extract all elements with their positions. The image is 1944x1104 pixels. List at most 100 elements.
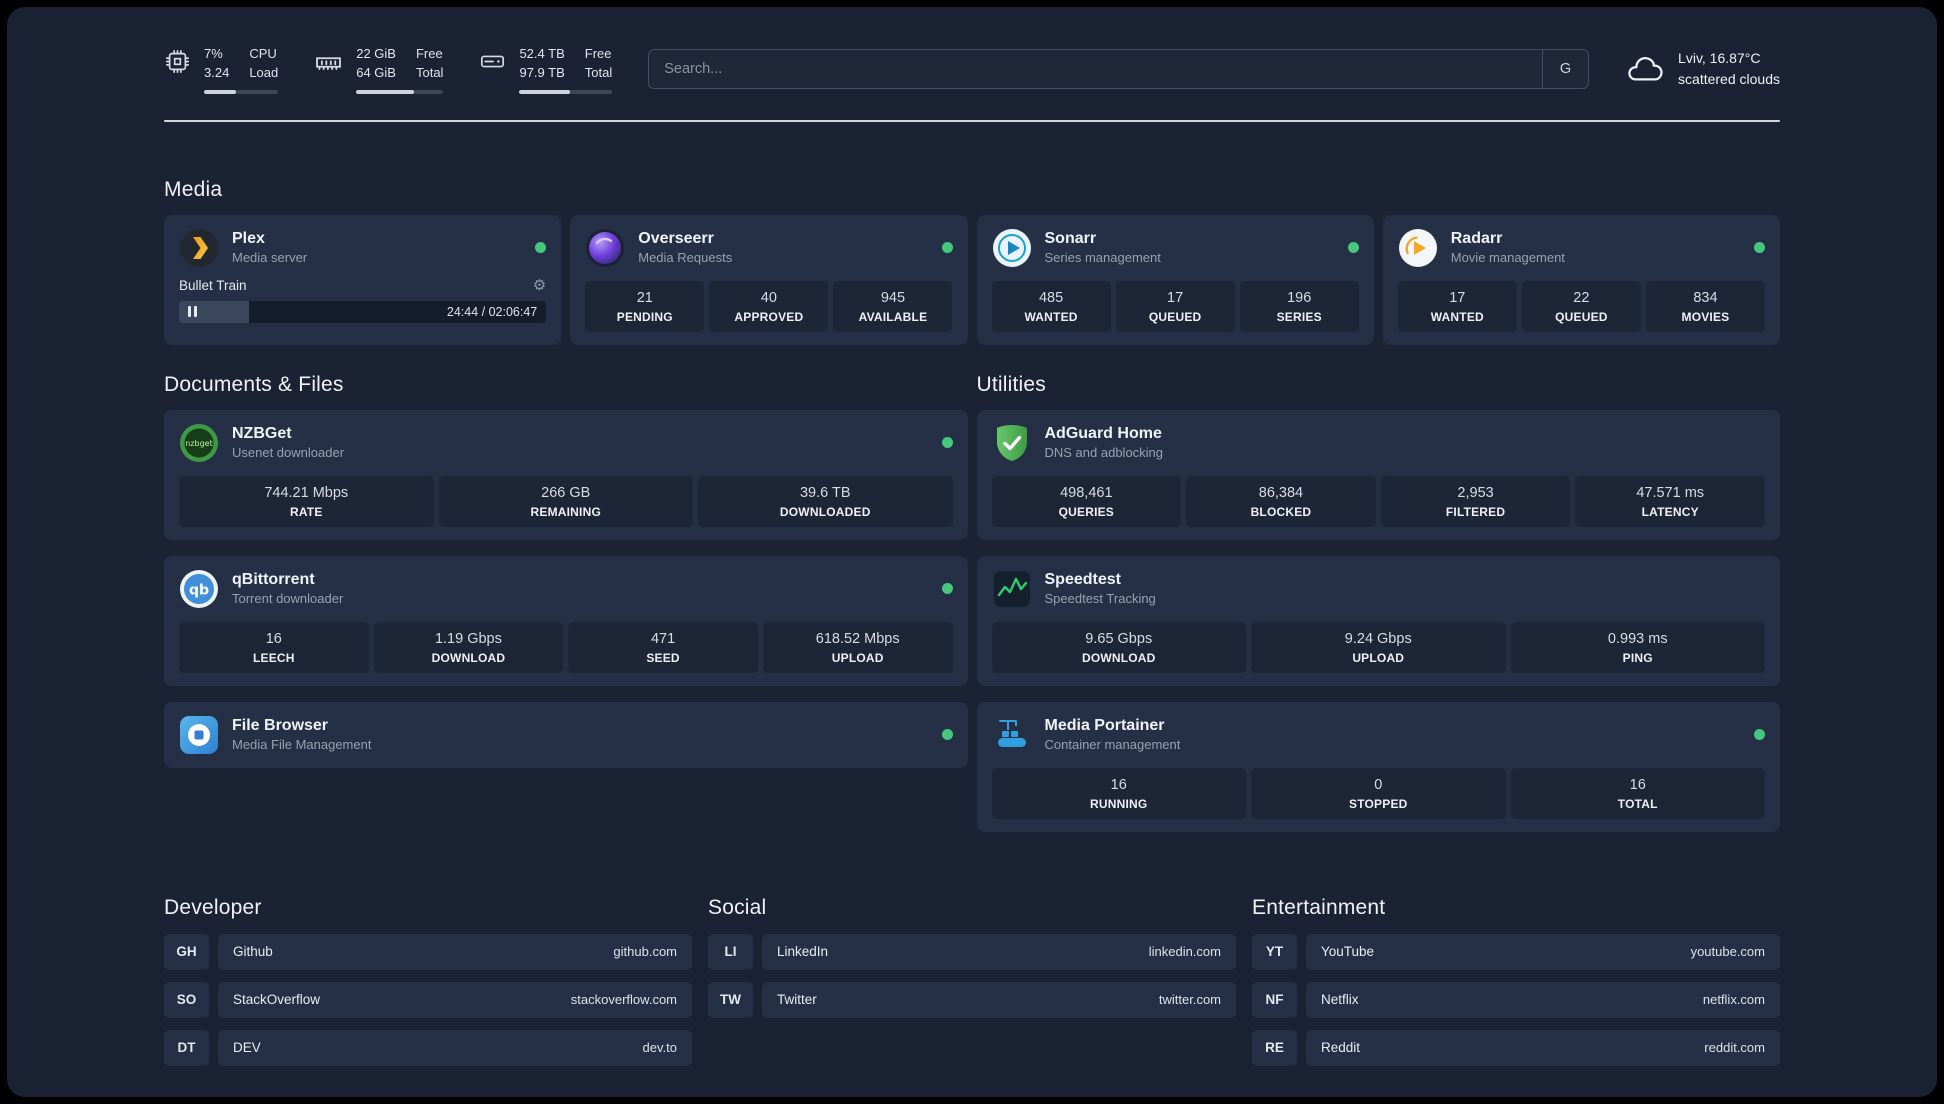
stat-box: 22 QUEUED [1521,280,1641,332]
disk-total-value: 97.9 TB [519,64,565,80]
status-dot [941,437,953,449]
plex-seek-bar[interactable]: 24:44 / 02:06:47 [179,300,547,323]
app-card-qbittorrent[interactable]: qb qBittorrent Torrent downloader 16 LEEC… [164,555,968,686]
bookmark-twitter[interactable]: TW Twitter twitter.com [708,981,1236,1018]
radarr-icon [1398,228,1438,268]
section-title-media: Media [164,177,223,201]
portainer-icon [992,715,1032,755]
overseerr-icon [585,228,625,268]
stat-box: 86,384 BLOCKED [1186,475,1376,527]
qbittorrent-icon: qb [179,569,219,609]
bookmark-linkedin[interactable]: LI LinkedIn linkedin.com [708,933,1236,970]
cpu-label-bottom: Load [249,64,279,80]
bookmark-url: reddit.com [1704,1040,1765,1056]
status-dot [1347,242,1359,254]
ram-label-top: Free [415,46,443,61]
bookmark-url: github.com [613,944,677,960]
app-card-adguard[interactable]: AdGuard Home DNS and adblocking 498,461 Q… [976,409,1780,540]
bookmark-abbr: YT [1252,933,1297,970]
gear-icon[interactable]: ⚙ [533,278,546,293]
documents-column: Documents & Files nzbget NZBGet Usenet d… [164,373,968,768]
search-engine-button[interactable]: G [1542,50,1588,89]
cpu-icon [164,45,191,75]
app-name: AdGuard Home [1044,425,1162,443]
app-desc: Torrent downloader [232,591,344,607]
stat-box: 16 RUNNING [991,767,1246,819]
section-title-social: Social [708,895,767,919]
app-desc: Media Requests [638,250,733,266]
bookmark-github[interactable]: GH Github github.com [164,933,692,970]
pause-icon[interactable] [188,306,197,318]
app-desc: Speedtest Tracking [1044,591,1156,607]
disk-label-bottom: Total [584,64,613,80]
app-desc: Series management [1044,250,1161,266]
bookmark-reddit[interactable]: RE Reddit reddit.com [1252,1029,1780,1066]
app-card-overseerr[interactable]: Overseerr Media Requests 21 PENDING 40 APP… [570,214,968,345]
app-name: Media Portainer [1044,717,1165,735]
bookmark-name: Github [233,944,273,960]
stat-box: 2,953 FILTERED [1380,475,1571,527]
bookmark-name: DEV [233,1040,261,1056]
bookmark-netflix[interactable]: NF Netflix netflix.com [1252,981,1780,1018]
weather-condition: scattered clouds [1678,71,1780,88]
search-input[interactable] [649,50,1543,89]
disk-icon [479,45,506,75]
bookmark-youtube[interactable]: YT YouTube youtube.com [1252,933,1780,970]
status-dot [941,729,953,741]
app-desc: Media File Management [232,737,372,753]
bookmark-name: LinkedIn [777,944,829,960]
stat-box: 945 AVAILABLE [833,280,953,332]
social-column: Social LI LinkedIn linkedin.com TW Twitt… [708,896,1236,1066]
app-desc: DNS and adblocking [1044,445,1164,461]
app-card-portainer[interactable]: Media Portainer Container management 16 R… [976,701,1780,832]
app-card-nzbget[interactable]: nzbget NZBGet Usenet downloader 744.21 M… [164,409,968,540]
filebrowser-icon [179,715,219,755]
stat-box: 16 LEECH [179,621,369,673]
bookmark-abbr: RE [1252,1029,1297,1066]
sonarr-icon [992,228,1032,268]
plex-icon [179,228,219,268]
disk-monitor: 52.4 TB 97.9 TB Free Total [479,45,613,94]
top-bar: 7% 3.24 CPU Load 22 GiB 64 GiB Free Tota… [164,45,1780,94]
cpu-percent: 7% [204,46,223,61]
app-card-radarr[interactable]: Radarr Movie management 17 WANTED 22 QUEUE… [1382,214,1780,345]
app-card-sonarr[interactable]: Sonarr Series management 485 WANTED 17 QUE… [976,214,1374,345]
bookmark-url: dev.to [642,1040,677,1056]
svg-text:nzbget: nzbget [185,439,212,448]
app-desc: Container management [1044,737,1181,753]
bookmark-abbr: NF [1252,981,1297,1018]
section-title-documents: Documents & Files [164,372,344,396]
app-card-filebrowser[interactable]: File Browser Media File Management [164,701,968,768]
stat-box: 834 MOVIES [1645,280,1765,332]
bookmark-stackoverflow[interactable]: SO StackOverflow stackoverflow.com [164,981,692,1018]
app-name: File Browser [232,717,329,735]
utilities-column: Utilities AdGuard Home DNS and adblockin… [976,372,1780,832]
adguard-icon [992,423,1032,463]
stat-box: 618.52 Mbps UPLOAD [762,621,953,673]
section-title-utilities: Utilities [976,372,1046,396]
media-grid: Plex Media server Bullet Train ⚙ 24:44 /… [164,214,1780,345]
app-card-speedtest[interactable]: Speedtest Speedtest Tracking 9.65 Gbps DO… [976,555,1780,686]
bookmark-abbr: SO [164,981,209,1018]
stat-box: 39.6 TB DOWNLOADED [698,475,953,527]
bookmark-name: Netflix [1321,992,1359,1008]
bookmark-url: youtube.com [1690,944,1765,960]
bookmark-dev[interactable]: DT DEV dev.to [164,1029,692,1066]
disk-progress-bar [519,89,613,94]
ram-label-bottom: Total [415,64,444,80]
cpu-label-top: CPU [249,46,277,61]
stat-box: 16 TOTAL [1510,767,1765,819]
stat-box: 471 SEED [568,621,758,673]
stat-box: 0.993 ms PING [1510,621,1765,673]
entertainment-column: Entertainment YT YouTube youtube.com NF … [1252,896,1780,1066]
app-desc: Usenet downloader [232,445,345,461]
disk-free-value: 52.4 TB [519,46,565,61]
stat-box: 40 APPROVED [709,280,829,332]
app-name: Overseerr [638,230,714,248]
weather-widget: Lviv, 16.87°C scattered clouds [1625,48,1780,90]
app-name: Speedtest [1044,571,1121,589]
section-title-developer: Developer [164,895,262,919]
app-name: Radarr [1450,230,1503,248]
bookmark-name: StackOverflow [233,992,321,1008]
app-card-plex[interactable]: Plex Media server Bullet Train ⚙ 24:44 /… [164,214,562,345]
